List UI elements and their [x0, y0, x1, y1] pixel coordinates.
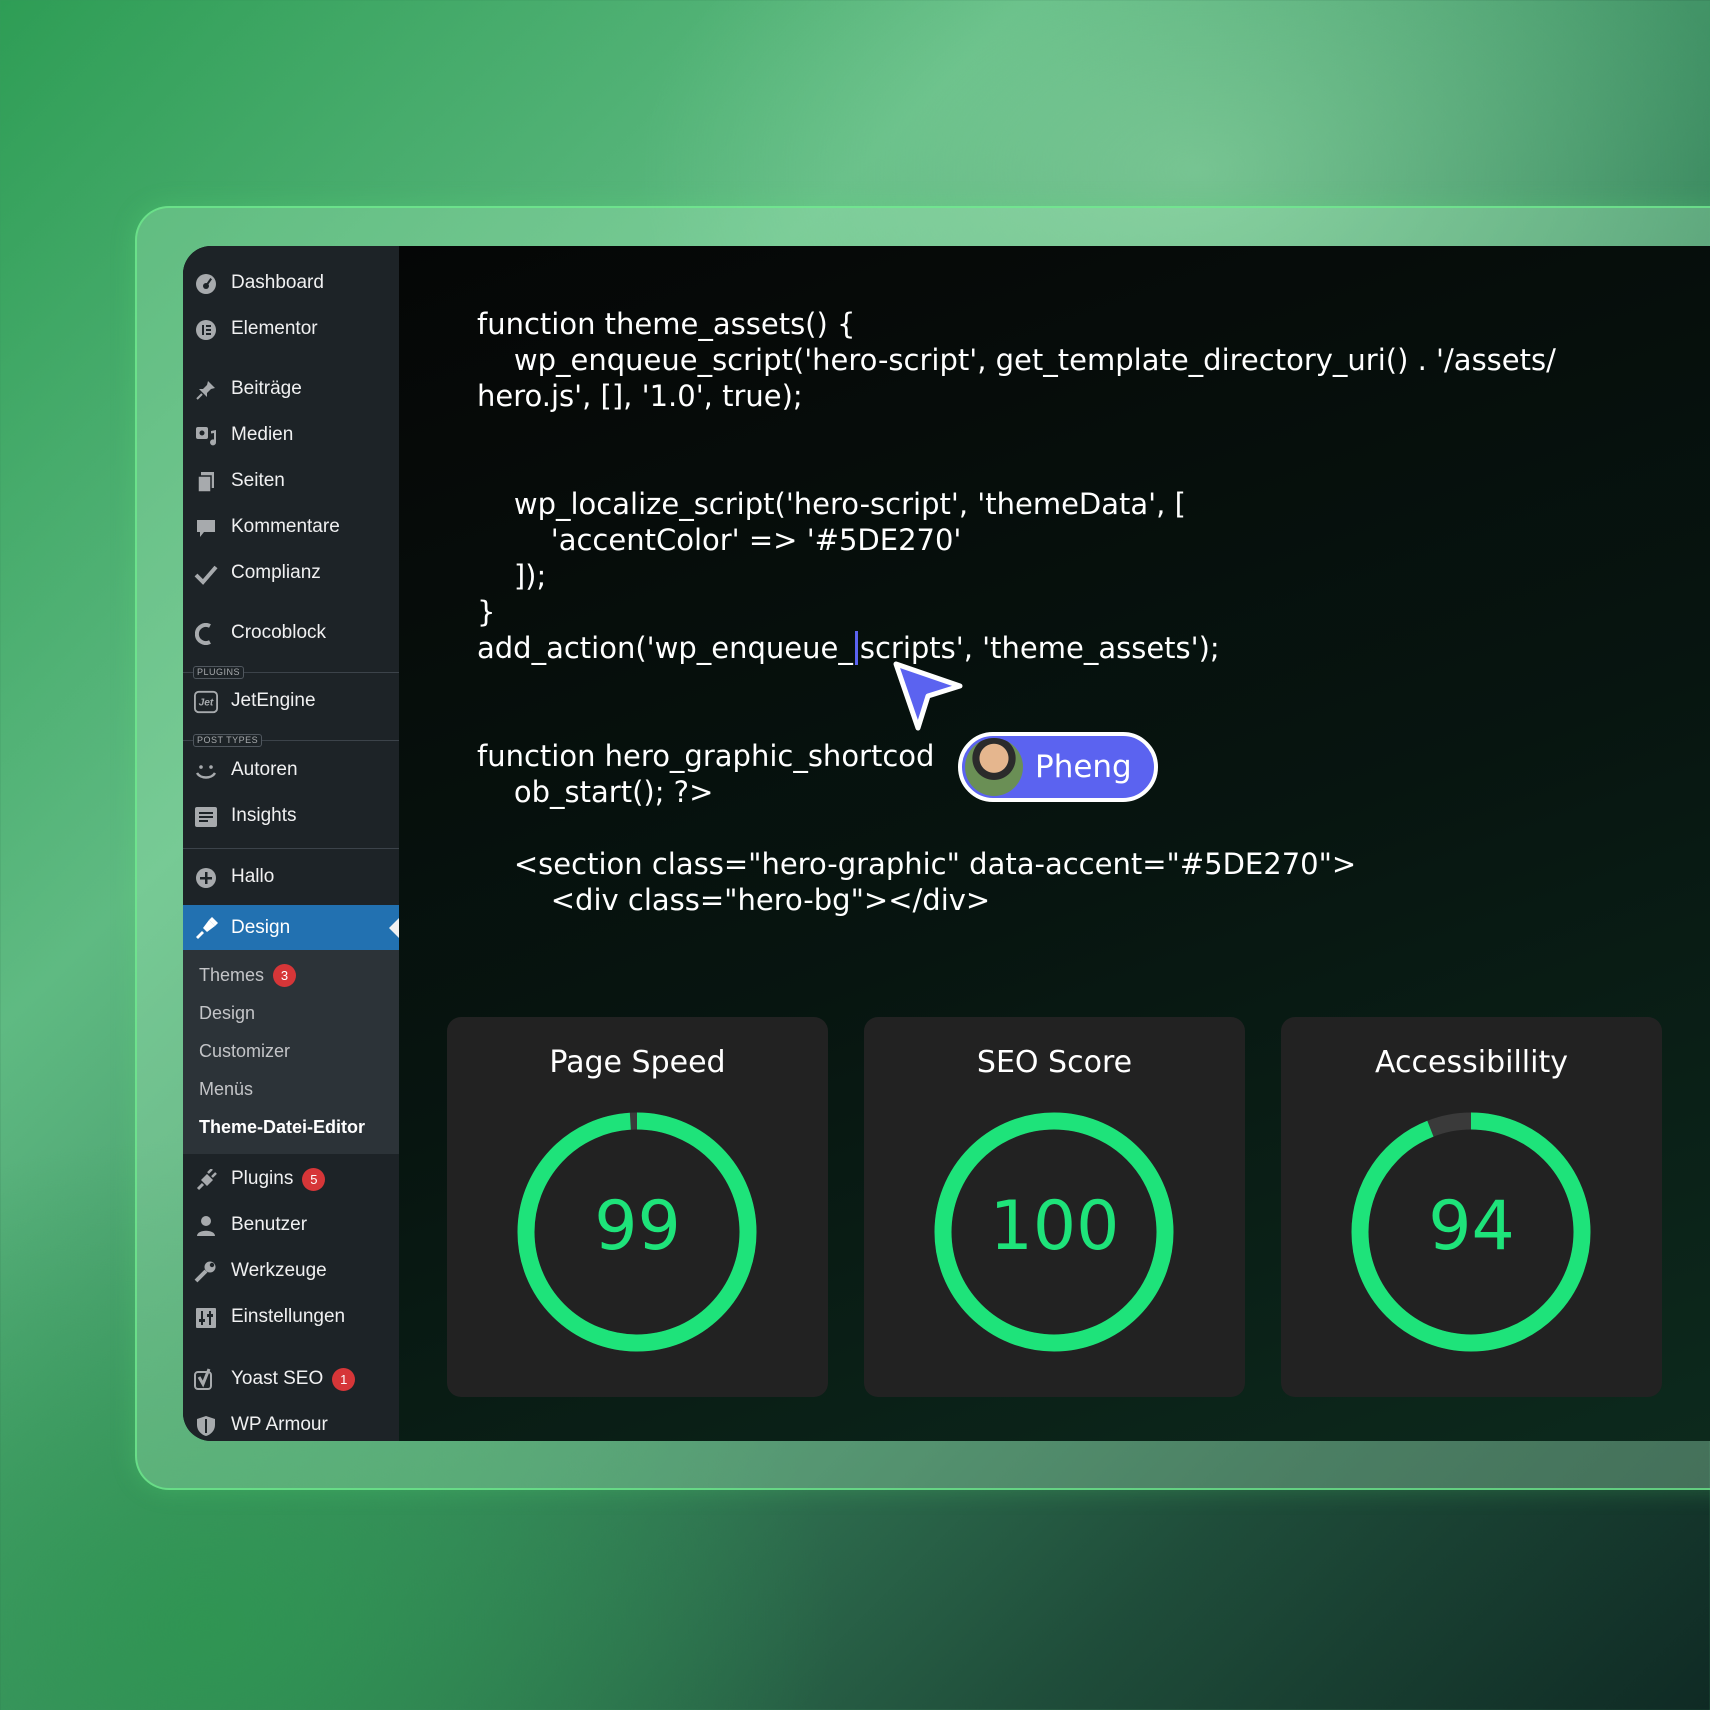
sidebar-item-label: Elementor — [231, 318, 318, 339]
update-badge: 5 — [302, 1167, 326, 1191]
sidebar-item-seiten[interactable]: Seiten — [183, 459, 399, 503]
list-icon — [194, 805, 218, 829]
score-title: SEO Score — [976, 1045, 1133, 1080]
user-icon — [194, 1214, 218, 1238]
submenu-item-design[interactable]: Design — [199, 998, 255, 1028]
sidebar-item-jetengine[interactable]: Jet JetEngine — [183, 679, 399, 723]
code-line: <div class="hero-bg"></div> — [477, 883, 991, 917]
sidebar-item-insights[interactable]: Insights — [183, 794, 399, 838]
code-line: ]); — [477, 559, 547, 593]
code-line: wp_enqueue_script('hero-script', get_tem… — [477, 343, 1556, 377]
sidebar-item-label: Design — [231, 917, 291, 938]
sidebar-item-label: Beiträge — [231, 378, 302, 399]
sidebar-item-label: Seiten — [231, 470, 285, 491]
code-line: } — [477, 595, 496, 629]
elementor-icon — [194, 318, 218, 342]
sidebar-item-complianz[interactable]: Complianz — [183, 551, 399, 595]
sidebar-item-wp-armour[interactable]: WP Armour — [183, 1403, 399, 1441]
sidebar-item-kommentare[interactable]: Kommentare — [183, 505, 399, 549]
section-divider — [183, 848, 399, 849]
sidebar-item-label: Medien — [231, 424, 294, 445]
submenu-item-themes[interactable]: Themes 3 — [199, 960, 297, 990]
pin-icon — [194, 378, 218, 402]
sidebar-item-label: Complianz — [231, 562, 321, 583]
sidebar-item-label: WP Armour — [231, 1414, 328, 1435]
sidebar-item-elementor[interactable]: Elementor — [183, 307, 399, 351]
sidebar-item-benutzer[interactable]: Benutzer — [183, 1203, 399, 1247]
code-line: wp_localize_script('hero-script', 'theme… — [477, 487, 1186, 521]
code-line: 'accentColor' => '#5DE270' — [477, 523, 962, 557]
sidebar-item-hallo[interactable]: Hallo — [183, 855, 399, 899]
sidebar-item-label: Werkzeuge — [231, 1260, 327, 1281]
sidebar-item-label: Kommentare — [231, 516, 340, 537]
score-title: Page Speed — [549, 1045, 726, 1080]
code-line: hero.js', [], '1.0', true); — [477, 379, 803, 413]
code-line: <section class="hero-graphic" data-accen… — [477, 847, 1357, 881]
gauge-icon — [194, 272, 218, 296]
check-icon — [194, 562, 218, 586]
submenu-item-menus[interactable]: Menüs — [199, 1074, 253, 1104]
score-title: Accessibillity — [1375, 1045, 1568, 1080]
sidebar-item-plugins[interactable]: Plugins 5 — [183, 1157, 399, 1201]
page-icon — [194, 470, 218, 494]
app-window: Dashboard Elementor Beiträge Medien Seit… — [183, 246, 1710, 1441]
active-indicator — [389, 918, 399, 938]
text-caret — [854, 631, 858, 665]
sidebar-item-label: Insights — [231, 805, 297, 826]
comment-icon — [194, 516, 218, 540]
sidebar-item-beitraege[interactable]: Beiträge — [183, 367, 399, 411]
collaborator-name-tag: Pheng — [958, 732, 1158, 802]
score-value: 94 — [1428, 1187, 1515, 1266]
sidebar-item-label: JetEngine — [231, 690, 316, 711]
media-icon — [194, 424, 218, 448]
sidebar-item-label: Crocoblock — [231, 622, 327, 643]
svg-text:Jet: Jet — [199, 698, 214, 709]
sidebar-item-label: Benutzer — [231, 1214, 308, 1235]
collaborator-name: Pheng — [1035, 749, 1132, 785]
avatar — [965, 738, 1023, 796]
sidebar-item-label: Hallo — [231, 866, 275, 887]
crocoblock-icon — [194, 622, 218, 646]
score-card-accessibility: Accessibillity 94 — [1281, 1017, 1662, 1397]
submenu-item-customizer[interactable]: Customizer — [199, 1036, 290, 1066]
sidebar-item-yoast-seo[interactable]: Yoast SEO 1 — [183, 1357, 399, 1401]
plus-circle-icon — [194, 866, 218, 890]
sidebar-item-label: Dashboard — [231, 272, 324, 293]
section-label-plugins: PLUGINS — [193, 666, 245, 679]
sidebar-item-label: Einstellungen — [231, 1306, 346, 1327]
section-label-post-types: POST TYPES — [193, 734, 263, 747]
sidebar-item-label: Autoren — [231, 759, 298, 780]
brush-icon — [194, 916, 218, 940]
update-badge: 1 — [332, 1367, 356, 1391]
sidebar-item-einstellungen[interactable]: Einstellungen — [183, 1295, 399, 1339]
admin-sidebar: Dashboard Elementor Beiträge Medien Seit… — [183, 246, 399, 1441]
settings-icon — [194, 1306, 218, 1330]
plug-icon — [194, 1168, 218, 1192]
score-card-seo-score: SEO Score 100 — [864, 1017, 1245, 1397]
wrench-icon — [194, 1260, 218, 1284]
sidebar-item-label: Yoast SEO — [231, 1368, 324, 1389]
score-card-page-speed: Page Speed 99 — [447, 1017, 828, 1397]
code-line: function theme_assets() { — [477, 307, 856, 341]
collaborator-cursor-icon — [893, 661, 963, 731]
code-line: function hero_graphic_shortcod — [477, 739, 935, 773]
yoast-icon — [194, 1368, 218, 1392]
sidebar-item-design[interactable]: Design — [183, 905, 399, 951]
update-badge: 3 — [273, 963, 297, 987]
score-value: 100 — [989, 1187, 1120, 1266]
sidebar-item-autoren[interactable]: Autoren — [183, 748, 399, 792]
submenu-item-theme-file-editor[interactable]: Theme-Datei-Editor — [199, 1112, 365, 1142]
smile-icon — [194, 759, 218, 783]
design-submenu: Themes 3 Design Customizer Menüs Theme-D… — [183, 950, 399, 1154]
shield-icon — [194, 1414, 218, 1438]
code-line: add_action('wp_enqueue_ scripts', 'theme_… — [477, 631, 1220, 665]
sidebar-item-medien[interactable]: Medien — [183, 413, 399, 457]
jet-icon: Jet — [194, 690, 218, 714]
sidebar-item-label: Plugins — [231, 1168, 294, 1189]
sidebar-item-dashboard[interactable]: Dashboard — [183, 261, 399, 305]
sidebar-item-crocoblock[interactable]: Crocoblock — [183, 611, 399, 655]
score-value: 99 — [594, 1187, 681, 1266]
code-line: ob_start(); ?> — [477, 775, 714, 809]
sidebar-item-werkzeuge[interactable]: Werkzeuge — [183, 1249, 399, 1293]
